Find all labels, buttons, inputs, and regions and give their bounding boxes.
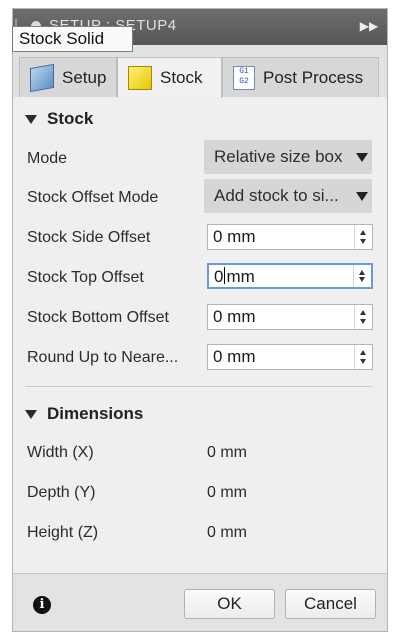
info-icon[interactable]: i — [33, 596, 51, 614]
collapse-triangle-icon[interactable] — [25, 114, 37, 124]
bottom-offset-stepper[interactable] — [354, 305, 372, 329]
top-offset-unit: mm — [226, 267, 255, 286]
stepper-up-icon[interactable] — [360, 310, 366, 315]
dimensions-section-header[interactable]: Dimensions — [25, 404, 143, 424]
bottom-offset-input[interactable]: 0 mm — [207, 304, 373, 330]
offset-mode-select[interactable]: Add stock to si... — [204, 179, 372, 213]
side-offset-input[interactable]: 0 mm — [207, 224, 373, 250]
stepper-down-icon[interactable] — [360, 319, 366, 324]
mode-label: Mode — [27, 150, 68, 167]
side-offset-value: 0 mm — [213, 227, 256, 246]
mode-select-value: Relative size box — [214, 147, 343, 166]
tab-stock-label: Stock — [160, 68, 203, 87]
stock-box-icon — [128, 66, 152, 90]
stepper-up-icon[interactable] — [360, 350, 366, 355]
dialog-footer: i OK Cancel — [13, 573, 387, 631]
stepper-down-icon[interactable] — [359, 277, 365, 282]
round-up-value: 0 mm — [213, 347, 256, 366]
offset-mode-label: Stock Offset Mode — [27, 189, 159, 206]
setup-dialog: SETUP : SETUP4 ▶▶ Setup Stock G1 G2 Post… — [12, 8, 388, 632]
ok-button[interactable]: OK — [184, 589, 275, 619]
tab-setup-label: Setup — [62, 67, 107, 87]
tab-post-process[interactable]: G1 G2 Post Process — [222, 57, 379, 97]
top-offset-value: 0 mm — [214, 267, 255, 287]
round-up-stepper[interactable] — [354, 345, 372, 369]
mode-select[interactable]: Relative size box — [204, 140, 372, 174]
chevron-down-icon — [356, 153, 368, 162]
tab-post-process-label: Post Process — [263, 67, 364, 87]
width-value: 0 mm — [207, 444, 247, 461]
top-offset-label: Stock Top Offset — [27, 269, 144, 286]
tab-setup[interactable]: Setup — [19, 57, 117, 97]
stepper-up-icon[interactable] — [360, 230, 366, 235]
double-arrow-right-icon[interactable]: ▶▶ — [359, 17, 379, 35]
collapse-triangle-icon[interactable] — [25, 409, 37, 419]
width-label: Width (X) — [27, 444, 94, 461]
offset-mode-select-value: Add stock to si... — [214, 186, 339, 205]
stock-section-header[interactable]: Stock — [25, 109, 93, 129]
section-divider — [25, 386, 372, 387]
bottom-offset-label: Stock Bottom Offset — [27, 309, 169, 326]
stepper-down-icon[interactable] — [360, 359, 366, 364]
tooltip: Stock Solid — [12, 26, 133, 52]
stock-panel: Stock Mode Relative size box Stock Offse… — [13, 97, 387, 573]
g-code-icon: G1 G2 — [233, 65, 255, 90]
dimensions-section-title: Dimensions — [47, 404, 144, 423]
side-offset-stepper[interactable] — [354, 225, 372, 249]
cancel-button[interactable]: Cancel — [285, 589, 376, 619]
top-offset-input[interactable]: 0 mm — [207, 263, 373, 289]
stock-section-title: Stock — [47, 109, 94, 128]
chevron-down-icon — [356, 192, 368, 201]
side-offset-label: Stock Side Offset — [27, 229, 151, 246]
g-code-icon-line-2: G2 — [239, 76, 249, 86]
bottom-offset-value: 0 mm — [213, 307, 256, 326]
stepper-down-icon[interactable] — [360, 239, 366, 244]
round-up-label: Round Up to Neare... — [27, 349, 179, 366]
height-label: Height (Z) — [27, 524, 99, 541]
round-up-input[interactable]: 0 mm — [207, 344, 373, 370]
top-offset-number: 0 — [214, 267, 224, 286]
setup-icon — [30, 63, 54, 92]
top-offset-stepper[interactable] — [353, 265, 371, 287]
g-code-icon-line-1: G1 — [239, 66, 249, 76]
depth-value: 0 mm — [207, 484, 247, 501]
depth-label: Depth (Y) — [27, 484, 96, 501]
stepper-up-icon[interactable] — [359, 270, 365, 275]
tab-bar: Setup Stock G1 G2 Post Process — [13, 45, 387, 98]
height-value: 0 mm — [207, 524, 247, 541]
tab-stock[interactable]: Stock — [117, 57, 222, 98]
